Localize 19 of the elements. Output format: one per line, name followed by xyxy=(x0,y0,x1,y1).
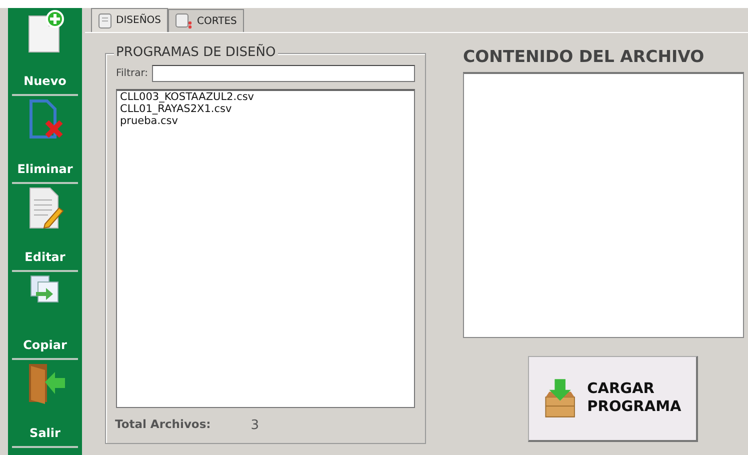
sidebar-button[interactable]: Eliminar xyxy=(12,96,78,184)
file-list-item[interactable]: CLL003_KOSTAAZUL2.csv xyxy=(120,91,254,103)
sidebar-button[interactable]: Editar xyxy=(12,184,78,272)
sidebar-button[interactable]: Copiar xyxy=(12,272,78,360)
tab[interactable]: DISEÑOS xyxy=(91,8,168,32)
sidebar-button[interactable]: Nuevo xyxy=(12,8,78,96)
total-label: Total Archivos: xyxy=(115,416,211,433)
document-scissors-icon xyxy=(175,13,194,29)
content-title: CONTENIDO DEL ARCHIVO xyxy=(463,46,706,68)
filter-field[interactable] xyxy=(152,65,415,82)
file-list[interactable]: CLL003_KOSTAAZUL2.csv CLL01_RAYAS2X1.csv prueba.csv xyxy=(116,89,415,408)
load-program-button[interactable]: CARGAR PROGRAMA xyxy=(528,356,698,442)
tab[interactable]: CORTES xyxy=(168,9,244,32)
file-list-item[interactable]: prueba.csv xyxy=(120,115,178,127)
total-count: 3 xyxy=(250,417,260,435)
sidebar-button[interactable]: Salir xyxy=(12,360,78,448)
filter-label: Filtrar: xyxy=(116,67,148,81)
file-list-item[interactable]: CLL01_RAYAS2X1.csv xyxy=(120,103,232,115)
document-icon xyxy=(98,12,112,28)
